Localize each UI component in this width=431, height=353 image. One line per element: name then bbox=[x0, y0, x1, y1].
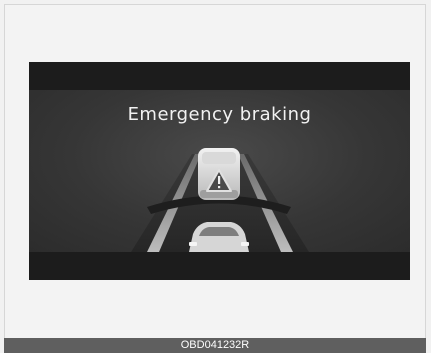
page: Emergency braking OBD041232R bbox=[0, 0, 431, 353]
figure-code-label: OBD041232R bbox=[4, 338, 426, 353]
own-vehicle-icon bbox=[189, 222, 249, 252]
road-scene bbox=[131, 148, 309, 252]
cluster-display: Emergency braking bbox=[29, 62, 410, 280]
